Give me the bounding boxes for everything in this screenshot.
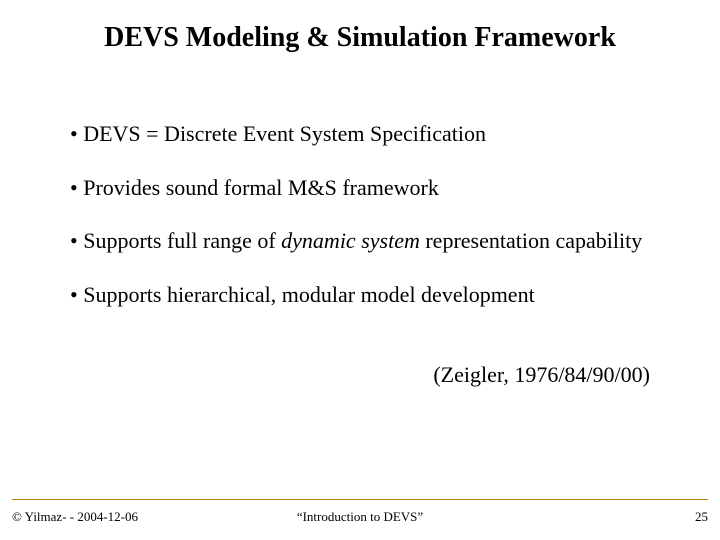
bullet-item: • Supports full range of dynamic system …: [70, 227, 660, 255]
footer-page-number: 25: [695, 509, 708, 525]
bullet-text: representation capability: [420, 228, 642, 253]
slide-body: • DEVS = Discrete Event System Specifica…: [70, 120, 660, 334]
slide-title: DEVS Modeling & Simulation Framework: [0, 22, 720, 54]
bullet-emphasis: dynamic system: [281, 228, 420, 253]
bullet-item: • DEVS = Discrete Event System Specifica…: [70, 120, 660, 148]
bullet-item: • Provides sound formal M&S framework: [70, 174, 660, 202]
footer-divider: [12, 499, 708, 500]
citation-text: (Zeigler, 1976/84/90/00): [433, 362, 650, 388]
bullet-item: • Supports hierarchical, modular model d…: [70, 281, 660, 309]
footer: © Yilmaz- - 2004-12-06 “Introduction to …: [12, 506, 708, 528]
footer-left: © Yilmaz- - 2004-12-06: [12, 509, 138, 525]
slide: DEVS Modeling & Simulation Framework • D…: [0, 0, 720, 540]
bullet-text: • Supports full range of: [70, 228, 281, 253]
